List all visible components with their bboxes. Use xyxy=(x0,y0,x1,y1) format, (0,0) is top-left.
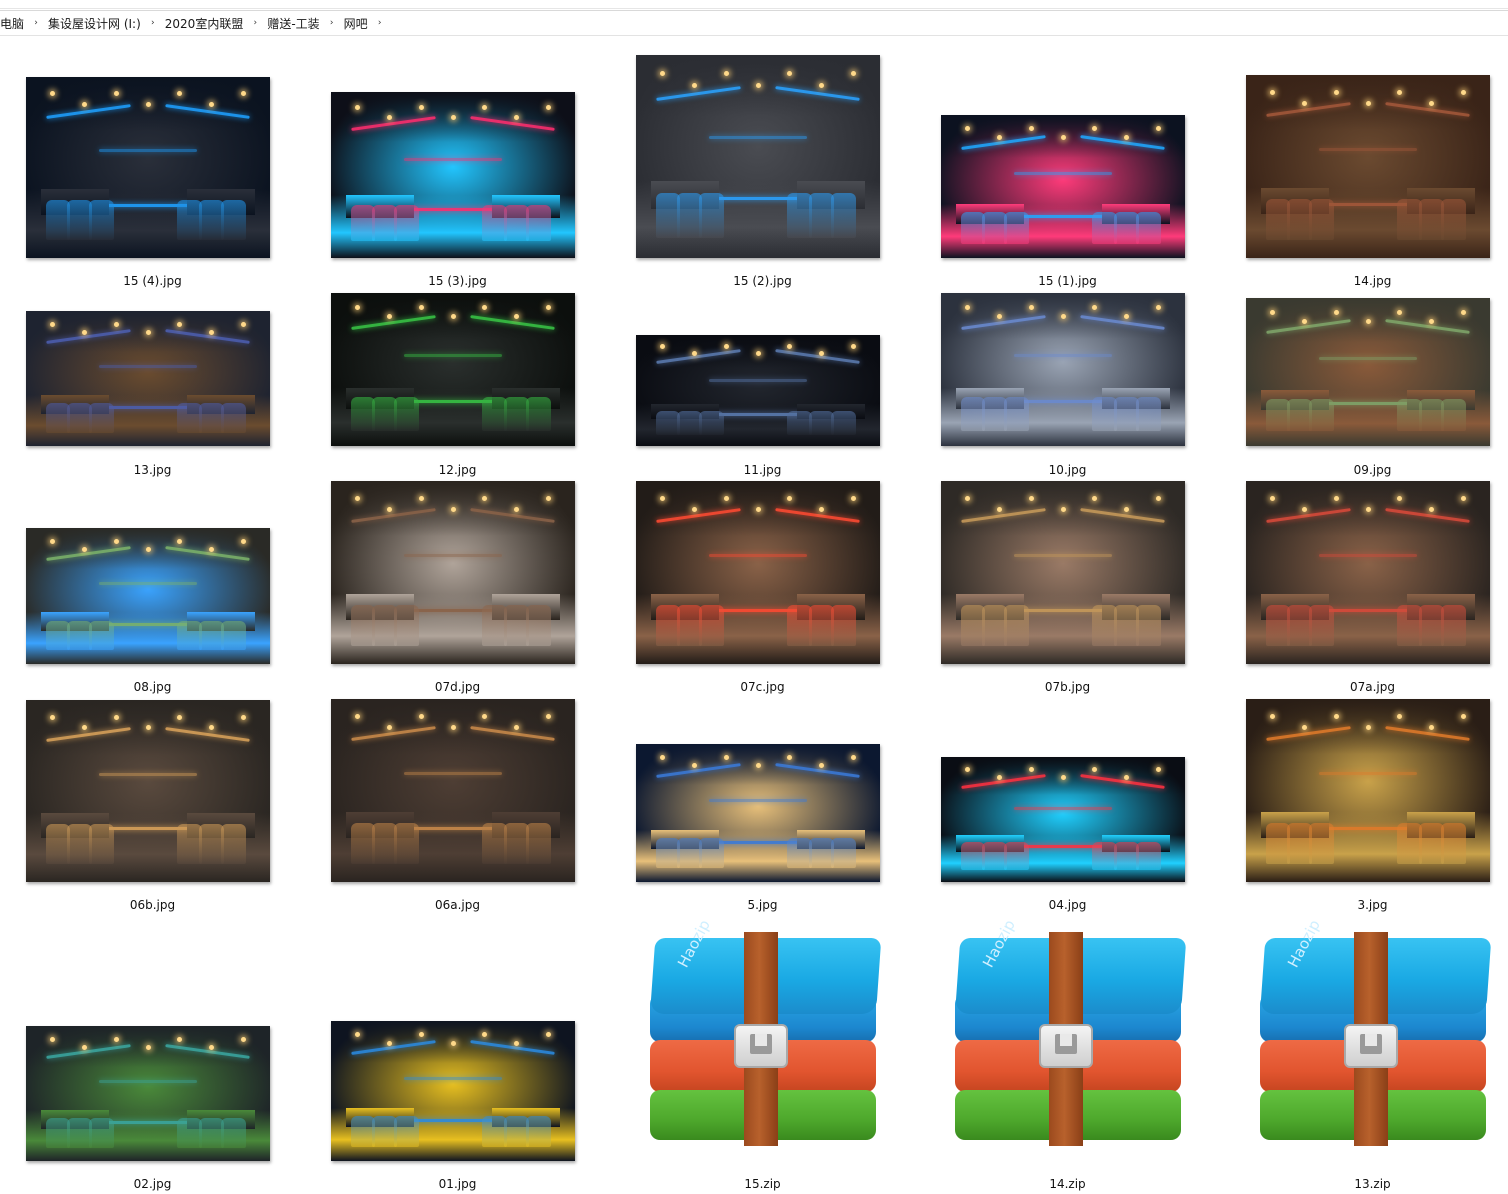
file-item[interactable]: Haozip 14.zip xyxy=(915,36,1220,1194)
scene-chair xyxy=(372,1116,397,1147)
scene-chair xyxy=(45,1117,70,1148)
file-thumbnail[interactable]: Haozip xyxy=(955,917,1201,1150)
file-thumbnail[interactable]: Haozip xyxy=(1260,917,1506,1150)
scene-light xyxy=(209,1044,214,1050)
scene-light xyxy=(113,1036,119,1042)
file-grid: 15 (4).jpg 15 (3).jpg 15 (2).jpg 15 (1).jpg… xyxy=(0,36,1508,1194)
file-name-label[interactable]: 15.zip xyxy=(610,1177,915,1191)
thumbnail-image xyxy=(331,1021,575,1161)
haozip-archive-icon: Haozip xyxy=(644,917,882,1146)
scene-accent-line xyxy=(99,1080,197,1083)
scene-chair xyxy=(394,1116,419,1147)
file-name-label[interactable]: 14.zip xyxy=(915,1177,1220,1191)
scene-light xyxy=(387,1040,393,1046)
zip-buckle xyxy=(1344,1024,1398,1068)
file-name-label[interactable]: 02.jpg xyxy=(0,1177,305,1191)
breadcrumb-separator-icon[interactable]: › xyxy=(320,18,344,28)
breadcrumb-item-computer[interactable]: 电脑 xyxy=(0,15,24,32)
scene-render xyxy=(331,1021,575,1161)
scene-chair xyxy=(67,1117,92,1148)
thumbnail-image xyxy=(26,1026,270,1161)
file-name-label[interactable]: 01.jpg xyxy=(305,1177,610,1191)
scene-chair xyxy=(177,1117,202,1148)
scene-chair xyxy=(89,1117,114,1148)
breadcrumb-separator-icon[interactable]: › xyxy=(243,18,267,28)
file-item[interactable]: 01.jpg xyxy=(305,36,610,1194)
scene-light xyxy=(418,1032,424,1038)
zip-buckle xyxy=(1039,1024,1093,1068)
file-item[interactable]: Haozip 15.zip xyxy=(610,36,915,1194)
scene-render xyxy=(26,1026,270,1161)
scene-chair xyxy=(350,1116,375,1147)
file-thumbnail[interactable] xyxy=(331,1021,575,1161)
breadcrumb-separator-icon[interactable]: › xyxy=(368,18,392,28)
address-bar[interactable]: 电脑 › 集设屋设计网 (I:) › 2020室内联盟 › 赠送-工装 › 网吧… xyxy=(0,10,1508,36)
zip-buckle-inner xyxy=(1055,1034,1077,1054)
file-thumbnail[interactable]: Haozip xyxy=(650,917,896,1150)
zip-buckle-inner xyxy=(750,1034,772,1054)
haozip-archive-icon: Haozip xyxy=(949,917,1187,1146)
breadcrumb-item-folder-netcafe[interactable]: 网吧 xyxy=(344,15,368,32)
breadcrumb-item-folder-2020[interactable]: 2020室内联盟 xyxy=(165,15,244,32)
haozip-archive-icon: Haozip xyxy=(1254,917,1492,1146)
breadcrumb-item-drive[interactable]: 集设屋设计网 (I:) xyxy=(48,15,141,32)
scene-chair xyxy=(526,1116,551,1147)
zip-buckle xyxy=(734,1024,788,1068)
scene-chair xyxy=(221,1117,246,1148)
scene-light xyxy=(82,1044,88,1050)
zip-buckle-inner xyxy=(1360,1034,1382,1054)
file-thumbnail[interactable] xyxy=(26,1026,270,1161)
scene-chair xyxy=(199,1117,224,1148)
scene-accent-line xyxy=(404,1077,502,1080)
file-item[interactable]: Haozip 13.zip xyxy=(1220,36,1508,1194)
breadcrumb-separator-icon[interactable]: › xyxy=(141,18,165,28)
breadcrumb-separator-icon[interactable]: › xyxy=(24,18,48,28)
file-item[interactable]: 02.jpg xyxy=(0,36,305,1194)
window-top-strip xyxy=(0,0,1508,9)
scene-chair xyxy=(504,1116,529,1147)
scene-light xyxy=(145,1044,151,1050)
scene-light xyxy=(514,1040,519,1046)
scene-light xyxy=(545,1032,551,1038)
scene-chair xyxy=(482,1116,507,1147)
breadcrumb-item-folder-gift[interactable]: 赠送-工装 xyxy=(267,15,319,32)
file-name-label[interactable]: 13.zip xyxy=(1220,1177,1508,1191)
scene-light xyxy=(450,1040,456,1046)
scene-light xyxy=(240,1036,246,1042)
